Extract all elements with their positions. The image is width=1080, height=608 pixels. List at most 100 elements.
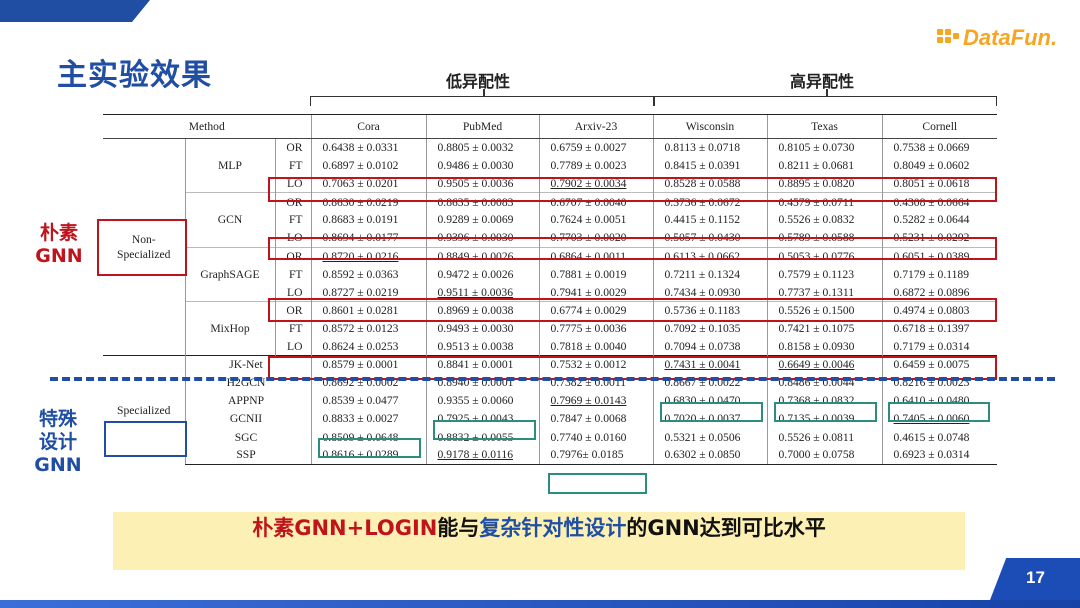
bottom-bar [0,600,1080,608]
col-header-texas: Texas [766,114,882,139]
side-label-special-line1: 特殊 [38,408,77,430]
page-number: 17 [1026,568,1045,587]
table-cell: 0.7976± 0.0185 [538,446,653,465]
table-cell: 0.7179 ± 0.0314 [881,337,997,356]
table-cell: 0.7789 ± 0.0023 [538,156,653,175]
model-name: APPNP [184,391,311,410]
model-name: MixHop [184,300,275,356]
brace-low [310,96,654,106]
highlight-mlp-lo [268,177,997,202]
table-cell: 0.8624 ± 0.0253 [310,337,426,356]
side-label-special-gnn: 特殊 设计 GNN [30,408,86,477]
table-cell: 0.6718 ± 0.1397 [881,319,997,338]
table-row: Non- Specialized MLP OR 0.6438 ± 0.0331 0… [103,137,997,261]
group-label-high-heterophily: 高异配性 [790,72,855,91]
highlight-appnp-pubmed [433,420,536,440]
highlight-h2gcn-cornell [888,402,990,422]
side-label-naive-line2: GNN [35,245,83,267]
variant-label: FT [274,319,311,338]
table-cell: 0.6438 ± 0.0331 [310,137,426,157]
table-cell: 0.6302 ± 0.0850 [652,446,767,465]
table-cell: 0.8833 ± 0.0027 [310,409,426,428]
model-name: SGC [184,428,311,447]
table-cell: 0.8592 ± 0.0363 [310,265,426,284]
table-cell: 0.8572 ± 0.0123 [310,319,426,338]
variant-label: FT [274,265,311,284]
model-name: GCN [184,192,275,248]
table-cell: 0.9472 ± 0.0026 [425,265,539,284]
conclusion-banner: 朴素GNN+LOGIN能与复杂针对性设计的GNN达到可比水平 [113,512,965,570]
highlight-specialized [104,421,187,457]
slide-title: 主实验效果 [57,58,212,93]
table-cell: 0.5526 ± 0.0832 [766,210,882,229]
table-cell: 0.5282 ± 0.0644 [881,210,997,229]
table-cell: 0.8805 ± 0.0032 [425,137,539,157]
side-label-special-line3: GNN [34,454,82,476]
table-cell: 0.8113 ± 0.0718 [652,137,767,157]
datafun-logo: DataFun. [935,22,1057,54]
table-cell: 0.9289 ± 0.0069 [425,210,539,229]
table-cell: 0.6759 ± 0.0027 [538,137,653,157]
highlight-gcnii-cora [318,438,421,458]
highlight-sage-lo [268,298,997,322]
table-row: SSP 0.8616 ± 0.0289 0.9178 ± 0.0116 0.79… [103,446,997,465]
conclusion-black-2: 的GNN达到可比水平 [626,516,826,540]
table-header-row: Method Cora PubMed Arxiv-23 Wisconsin Te… [103,114,997,139]
logo-dots-icon [935,25,961,51]
table-cell: 0.7092 ± 0.1035 [652,319,767,338]
side-label-naive-gnn: 朴素 GNN [32,222,86,268]
table-cell: 0.7775 ± 0.0036 [538,319,653,338]
table-cell: 0.7969 ± 0.0143 [538,391,653,410]
model-name: MLP [184,137,275,193]
model-name: GCNII [184,409,311,428]
brace-high [654,96,997,106]
table-cell: 0.9178 ± 0.0116 [425,446,539,465]
table-cell: 0.7579 ± 0.1123 [766,265,882,284]
table-cell: 0.9513 ± 0.0038 [425,337,539,356]
col-header-wisconsin: Wisconsin [652,114,767,139]
highlight-non-specialized [97,219,187,276]
conclusion-text: 朴素GNN+LOGIN能与复杂针对性设计的GNN达到可比水平 [113,512,965,570]
table-cell: 0.6923 ± 0.0314 [881,446,997,465]
col-header-pubmed: PubMed [425,114,539,139]
table-cell: 0.4415 ± 0.1152 [652,210,767,229]
table-cell: 0.7000 ± 0.0758 [766,446,882,465]
table-cell: 0.9486 ± 0.0030 [425,156,539,175]
table-cell: 0.7211 ± 0.1324 [652,265,767,284]
side-label-naive-line1: 朴素 [39,222,78,244]
table-cell: 0.8539 ± 0.0477 [310,391,426,410]
model-name: SSP [184,446,311,465]
table-row: SGC 0.8509 ± 0.0648 0.8832 ± 0.0055 0.77… [103,428,997,447]
table-cell: 0.7740 ± 0.0160 [538,428,653,447]
table-cell: 0.8105 ± 0.0730 [766,137,882,157]
highlight-h2gcn-wisconsin [660,402,763,422]
variant-label: LO [274,337,311,356]
variant-label: OR [274,137,311,157]
model-name: GraphSAGE [184,246,275,302]
table-cell: 0.7094 ± 0.0738 [652,337,767,356]
logo-text: DataFun. [963,25,1058,50]
table-cell: 0.7818 ± 0.0040 [538,337,653,356]
variant-label: FT [274,156,311,175]
section-divider [50,377,1055,381]
side-label-special-line2: 设计 [38,431,77,453]
table-cell: 0.6897 ± 0.0102 [310,156,426,175]
table-cell: 0.9355 ± 0.0060 [425,391,539,410]
table-cell: 0.8415 ± 0.0391 [652,156,767,175]
highlight-ssp-arxiv [548,473,647,494]
col-header-arxiv23: Arxiv-23 [538,114,653,139]
highlight-gcn-lo [268,237,997,260]
table-cell: 0.7421 ± 0.1075 [766,319,882,338]
table-cell: 0.9493 ± 0.0030 [425,319,539,338]
col-header-cornell: Cornell [881,114,997,139]
group-label-low-heterophily: 低异配性 [446,72,511,91]
table-cell: 0.7881 ± 0.0019 [538,265,653,284]
highlight-h2gcn-texas [774,402,877,422]
table-cell: 0.8211 ± 0.0681 [766,156,882,175]
table-cell: 0.4615 ± 0.0748 [881,428,997,447]
table-cell: 0.7847 ± 0.0068 [538,409,653,428]
table-cell: 0.8158 ± 0.0930 [766,337,882,356]
variant-label: FT [274,210,311,229]
table-cell: 0.7179 ± 0.1189 [881,265,997,284]
table-cell: 0.5526 ± 0.0811 [766,428,882,447]
